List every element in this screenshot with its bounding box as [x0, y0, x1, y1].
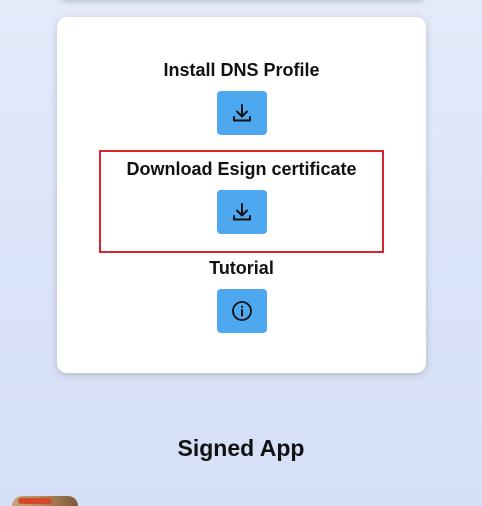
signed-app-thumbnail[interactable]: [12, 496, 78, 506]
download-cert-button[interactable]: [217, 190, 267, 234]
info-icon: [232, 301, 252, 321]
tutorial-title: Tutorial: [209, 258, 274, 278]
signed-app-title: Signed App: [177, 435, 305, 461]
install-dns-button[interactable]: [217, 91, 267, 135]
tutorial-section: Tutorial: [57, 257, 426, 279]
download-cert-section: Download Esign certificate: [57, 158, 426, 180]
download-cert-title: Download Esign certificate: [126, 159, 357, 179]
download-icon: [233, 203, 251, 221]
app-thumbnail-image: [18, 498, 52, 504]
download-icon: [233, 104, 251, 122]
actions-card: Install DNS Profile Download Esign certi…: [57, 17, 426, 373]
install-dns-section: Install DNS Profile: [57, 59, 426, 81]
install-dns-title: Install DNS Profile: [163, 60, 320, 80]
tutorial-button[interactable]: [217, 289, 267, 333]
